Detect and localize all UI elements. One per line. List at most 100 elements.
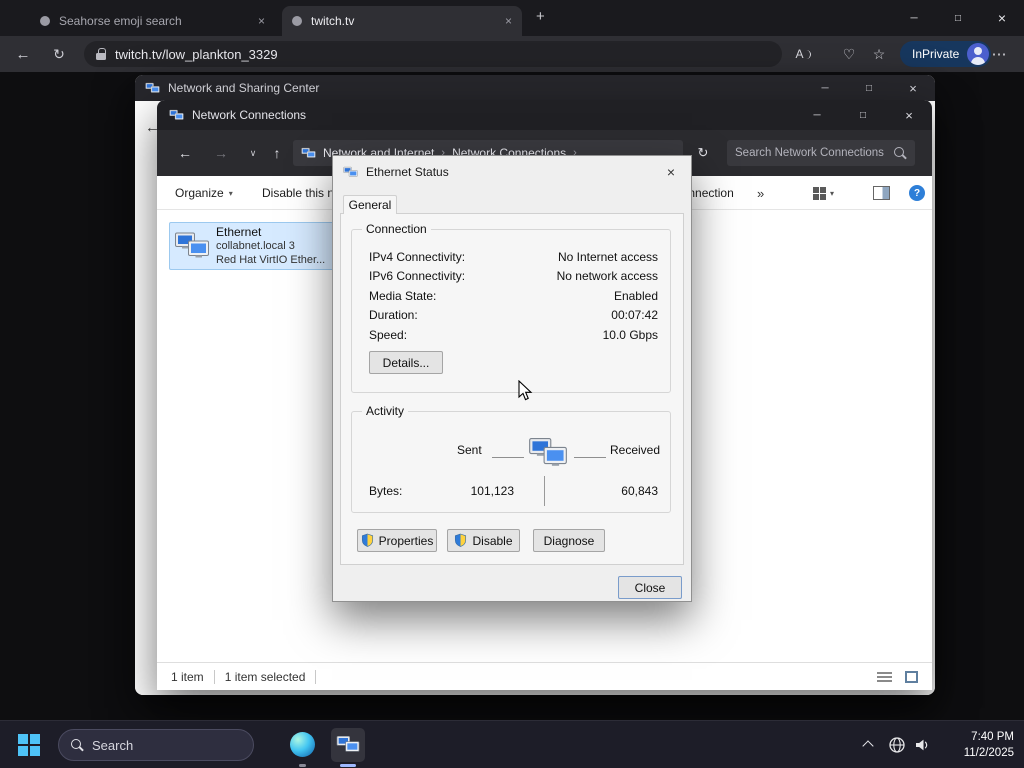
ipv6-value: No network access [556, 269, 658, 283]
received-label: Received [610, 443, 661, 457]
explorer-window-icon [169, 109, 184, 120]
tab-general[interactable]: General [343, 195, 397, 214]
thumbnail-view-icon[interactable] [905, 671, 918, 683]
explorer-search-box[interactable] [727, 140, 915, 166]
tab-close-icon[interactable]: × [258, 14, 265, 28]
browser-close-button[interactable]: × [980, 0, 1024, 36]
explorer-close-button[interactable]: × [886, 100, 932, 130]
edge-running-indicator [299, 764, 306, 767]
status-divider [213, 669, 215, 684]
duration-label: Duration: [369, 308, 418, 322]
command-overflow-icon[interactable]: » [757, 176, 764, 210]
connection-device: Red Hat VirtIO Ether... [216, 254, 326, 266]
tab-favicon-icon [292, 16, 302, 26]
address-bar[interactable] [84, 41, 782, 67]
browser-maximize-button[interactable]: □ [936, 0, 980, 36]
mouse-cursor [518, 380, 533, 401]
inprivate-label: InPrivate [912, 47, 960, 61]
connection-name: Ethernet [216, 225, 262, 239]
uac-shield-icon [455, 533, 467, 547]
screen: Seahorse emoji search × twitch.tv × + ─ … [0, 0, 1024, 768]
explorer-window-controls: ─ □ × [794, 100, 932, 130]
browser-window-controls: ─ □ × [892, 0, 1024, 36]
explorer-title-bar[interactable]: Network Connections ─ □ × [157, 100, 932, 130]
explorer-maximize-button[interactable]: □ [840, 100, 886, 130]
site-lock-icon[interactable] [96, 48, 106, 60]
ethernet-status-icon [343, 166, 358, 177]
taskbar-search[interactable] [58, 729, 254, 761]
heart-icon[interactable]: ♡ [836, 36, 862, 72]
explorer-running-indicator [340, 764, 356, 767]
item-count: 1 item [171, 669, 204, 684]
browser-tab-bar: Seahorse emoji search × twitch.tv × + ─ … [0, 0, 1024, 36]
dialog-title-bar[interactable]: Ethernet Status × [333, 156, 691, 188]
network-connections-taskbar-icon[interactable] [331, 728, 365, 762]
ethernet-connection-item[interactable]: Ethernet collabnet.local 3 Red Hat VirtI… [169, 222, 341, 270]
bytes-divider [544, 476, 545, 506]
browser-minimize-button[interactable]: ─ [892, 0, 936, 36]
nsc-minimize-button[interactable]: ─ [803, 75, 847, 101]
speed-value: 10.0 Gbps [602, 328, 658, 342]
taskbar-clock[interactable]: 7:40 PM 11/2/2025 [964, 729, 1014, 761]
explorer-back-button[interactable]: ← [171, 130, 199, 176]
network-folder-icon [336, 736, 360, 752]
explorer-forward-button[interactable]: → [207, 130, 235, 176]
inprivate-badge[interactable]: InPrivate [900, 41, 992, 67]
caret-down-icon: ▾ [830, 188, 835, 198]
explorer-window-title: Network Connections [192, 108, 307, 122]
change-view-button[interactable]: ▾ [813, 176, 834, 210]
windows-logo-icon [18, 734, 40, 756]
explorer-refresh-button[interactable]: ↻ [689, 130, 717, 176]
activity-computers-icon [529, 438, 567, 466]
connection-group: Connection IPv4 Connectivity: No Internet… [351, 222, 671, 393]
nsc-window-icon [145, 82, 160, 93]
help-icon[interactable]: ? [909, 185, 925, 201]
activity-line [492, 457, 524, 458]
tab-title: Seahorse emoji search [59, 14, 182, 28]
media-state-label: Media State: [369, 289, 437, 303]
search-icon [71, 738, 84, 752]
taskbar-search-input[interactable] [92, 737, 241, 753]
ethernet-status-dialog: Ethernet Status × General Connection IPv… [332, 155, 692, 602]
activity-group-label: Activity [362, 404, 409, 419]
browser-menu-icon[interactable]: ⋯ [986, 36, 1012, 72]
tab-favicon-icon [40, 16, 50, 26]
explorer-search-input[interactable] [735, 147, 888, 159]
organize-menu[interactable]: Organize ▾ [175, 176, 233, 210]
explorer-status-bar: 1 item 1 item selected [157, 662, 932, 690]
properties-button[interactable]: Properties [357, 529, 437, 552]
browser-refresh-button[interactable]: ↻ [46, 36, 72, 72]
details-button[interactable]: Details... [369, 351, 443, 374]
clock-date: 11/2/2025 [963, 747, 1014, 759]
tab-seahorse[interactable]: Seahorse emoji search × [30, 6, 275, 36]
read-aloud-icon[interactable]: A [790, 36, 816, 72]
explorer-up-button[interactable]: ↑ [263, 130, 291, 176]
nsc-maximize-button[interactable]: □ [847, 75, 891, 101]
taskbar: 7:40 PM 11/2/2025 [0, 720, 1024, 768]
diagnose-button[interactable]: Diagnose [533, 529, 605, 552]
grid-view-icon [813, 186, 826, 200]
nsc-title-bar[interactable]: Network and Sharing Center ─ □ × [135, 75, 935, 101]
start-button[interactable] [18, 734, 40, 756]
url-input[interactable] [115, 46, 770, 62]
close-button[interactable]: Close [618, 576, 682, 599]
network-globe-icon[interactable] [888, 736, 906, 754]
search-icon[interactable] [894, 146, 907, 160]
disable-button[interactable]: Disable [447, 529, 520, 552]
new-tab-button[interactable]: + [536, 8, 545, 25]
tab-close-icon[interactable]: × [505, 14, 512, 28]
edge-taskbar-icon[interactable] [290, 732, 315, 757]
selected-count: 1 item selected [224, 669, 306, 684]
ipv6-label: IPv6 Connectivity: [369, 269, 466, 283]
preview-pane-icon[interactable] [873, 186, 890, 200]
tray-chevron-icon[interactable] [862, 740, 874, 752]
details-view-icon[interactable] [877, 672, 892, 683]
browser-back-button[interactable]: ← [10, 36, 36, 72]
bytes-label: Bytes: [369, 484, 403, 498]
dialog-close-icon[interactable]: × [655, 156, 687, 188]
explorer-minimize-button[interactable]: ─ [794, 100, 840, 130]
nsc-close-button[interactable]: × [891, 75, 935, 101]
tab-twitch[interactable]: twitch.tv × [282, 6, 522, 36]
favorites-star-icon[interactable]: ☆ [866, 36, 892, 72]
volume-icon[interactable] [913, 736, 931, 754]
